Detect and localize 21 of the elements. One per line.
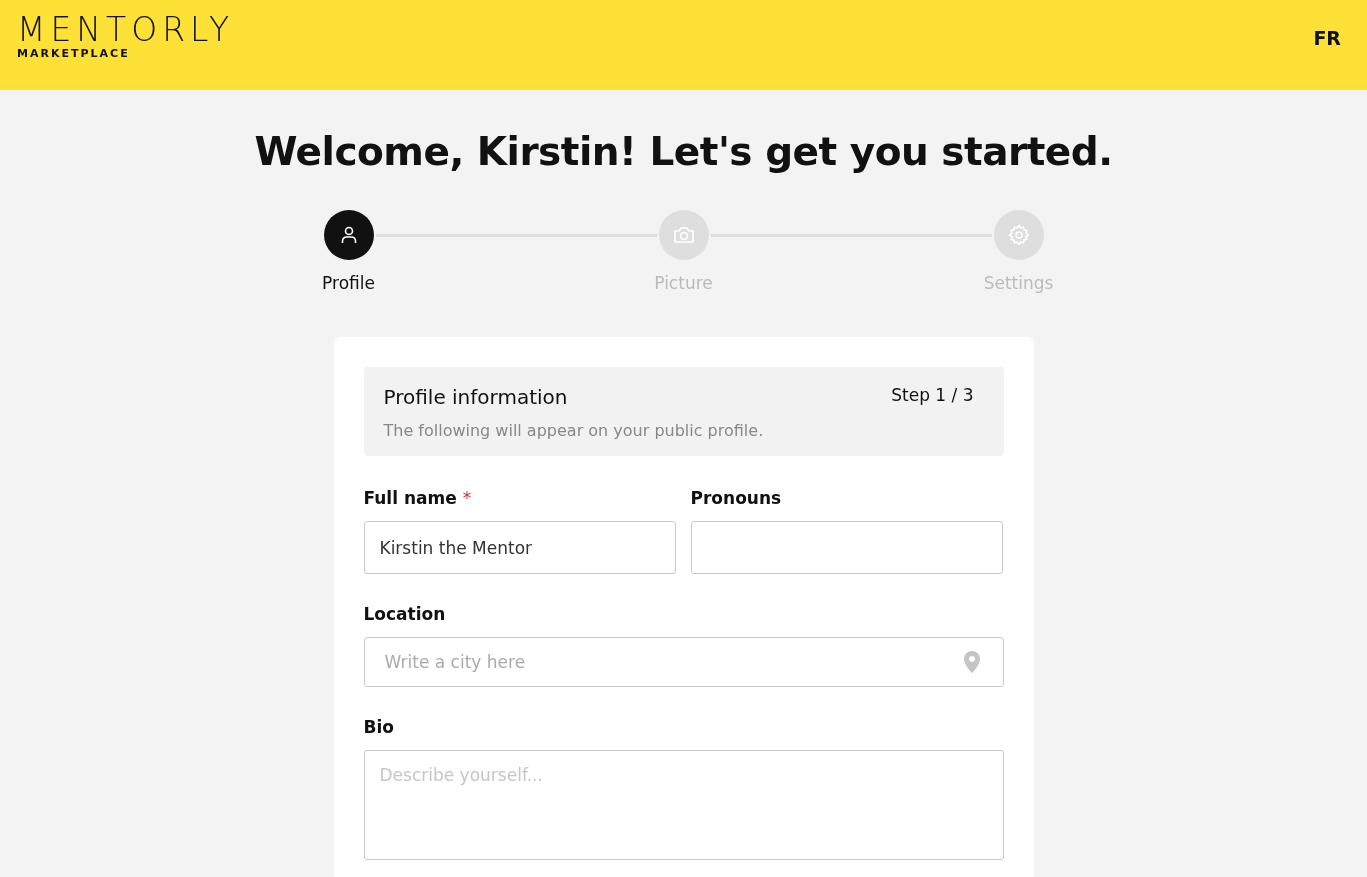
field-label: Location — [363, 604, 446, 624]
logo[interactable]: MENTORLY MARKETPLACE — [17, 0, 235, 60]
text-field[interactable]: Kirstin the Mentor — [363, 521, 676, 574]
step-label: Settings — [983, 273, 1054, 293]
location-field[interactable]: Write a city here — [363, 637, 1004, 687]
text-field[interactable] — [690, 521, 1003, 574]
section-description: The following will appear on your public profile. — [383, 421, 765, 440]
page-title: Welcome, Kirstin! Let's get you started. — [254, 128, 1113, 176]
field-label: Pronouns — [690, 488, 782, 508]
required-asterisk: * — [462, 488, 472, 508]
field-label: Bio — [363, 717, 394, 737]
language-link[interactable]: FR — [1313, 27, 1341, 49]
step-label: Profile — [322, 273, 375, 293]
field-label: Full name — [363, 488, 457, 508]
section-heading: Profile information — [383, 385, 568, 409]
map-pin-icon — [963, 651, 980, 673]
step-indicator[interactable] — [323, 210, 374, 260]
bio-field[interactable]: Describe yourself... — [363, 750, 1004, 860]
step-counter: Step 1 / 3 — [891, 385, 974, 407]
step-label: Picture — [654, 273, 713, 293]
gear-icon — [1006, 223, 1031, 247]
